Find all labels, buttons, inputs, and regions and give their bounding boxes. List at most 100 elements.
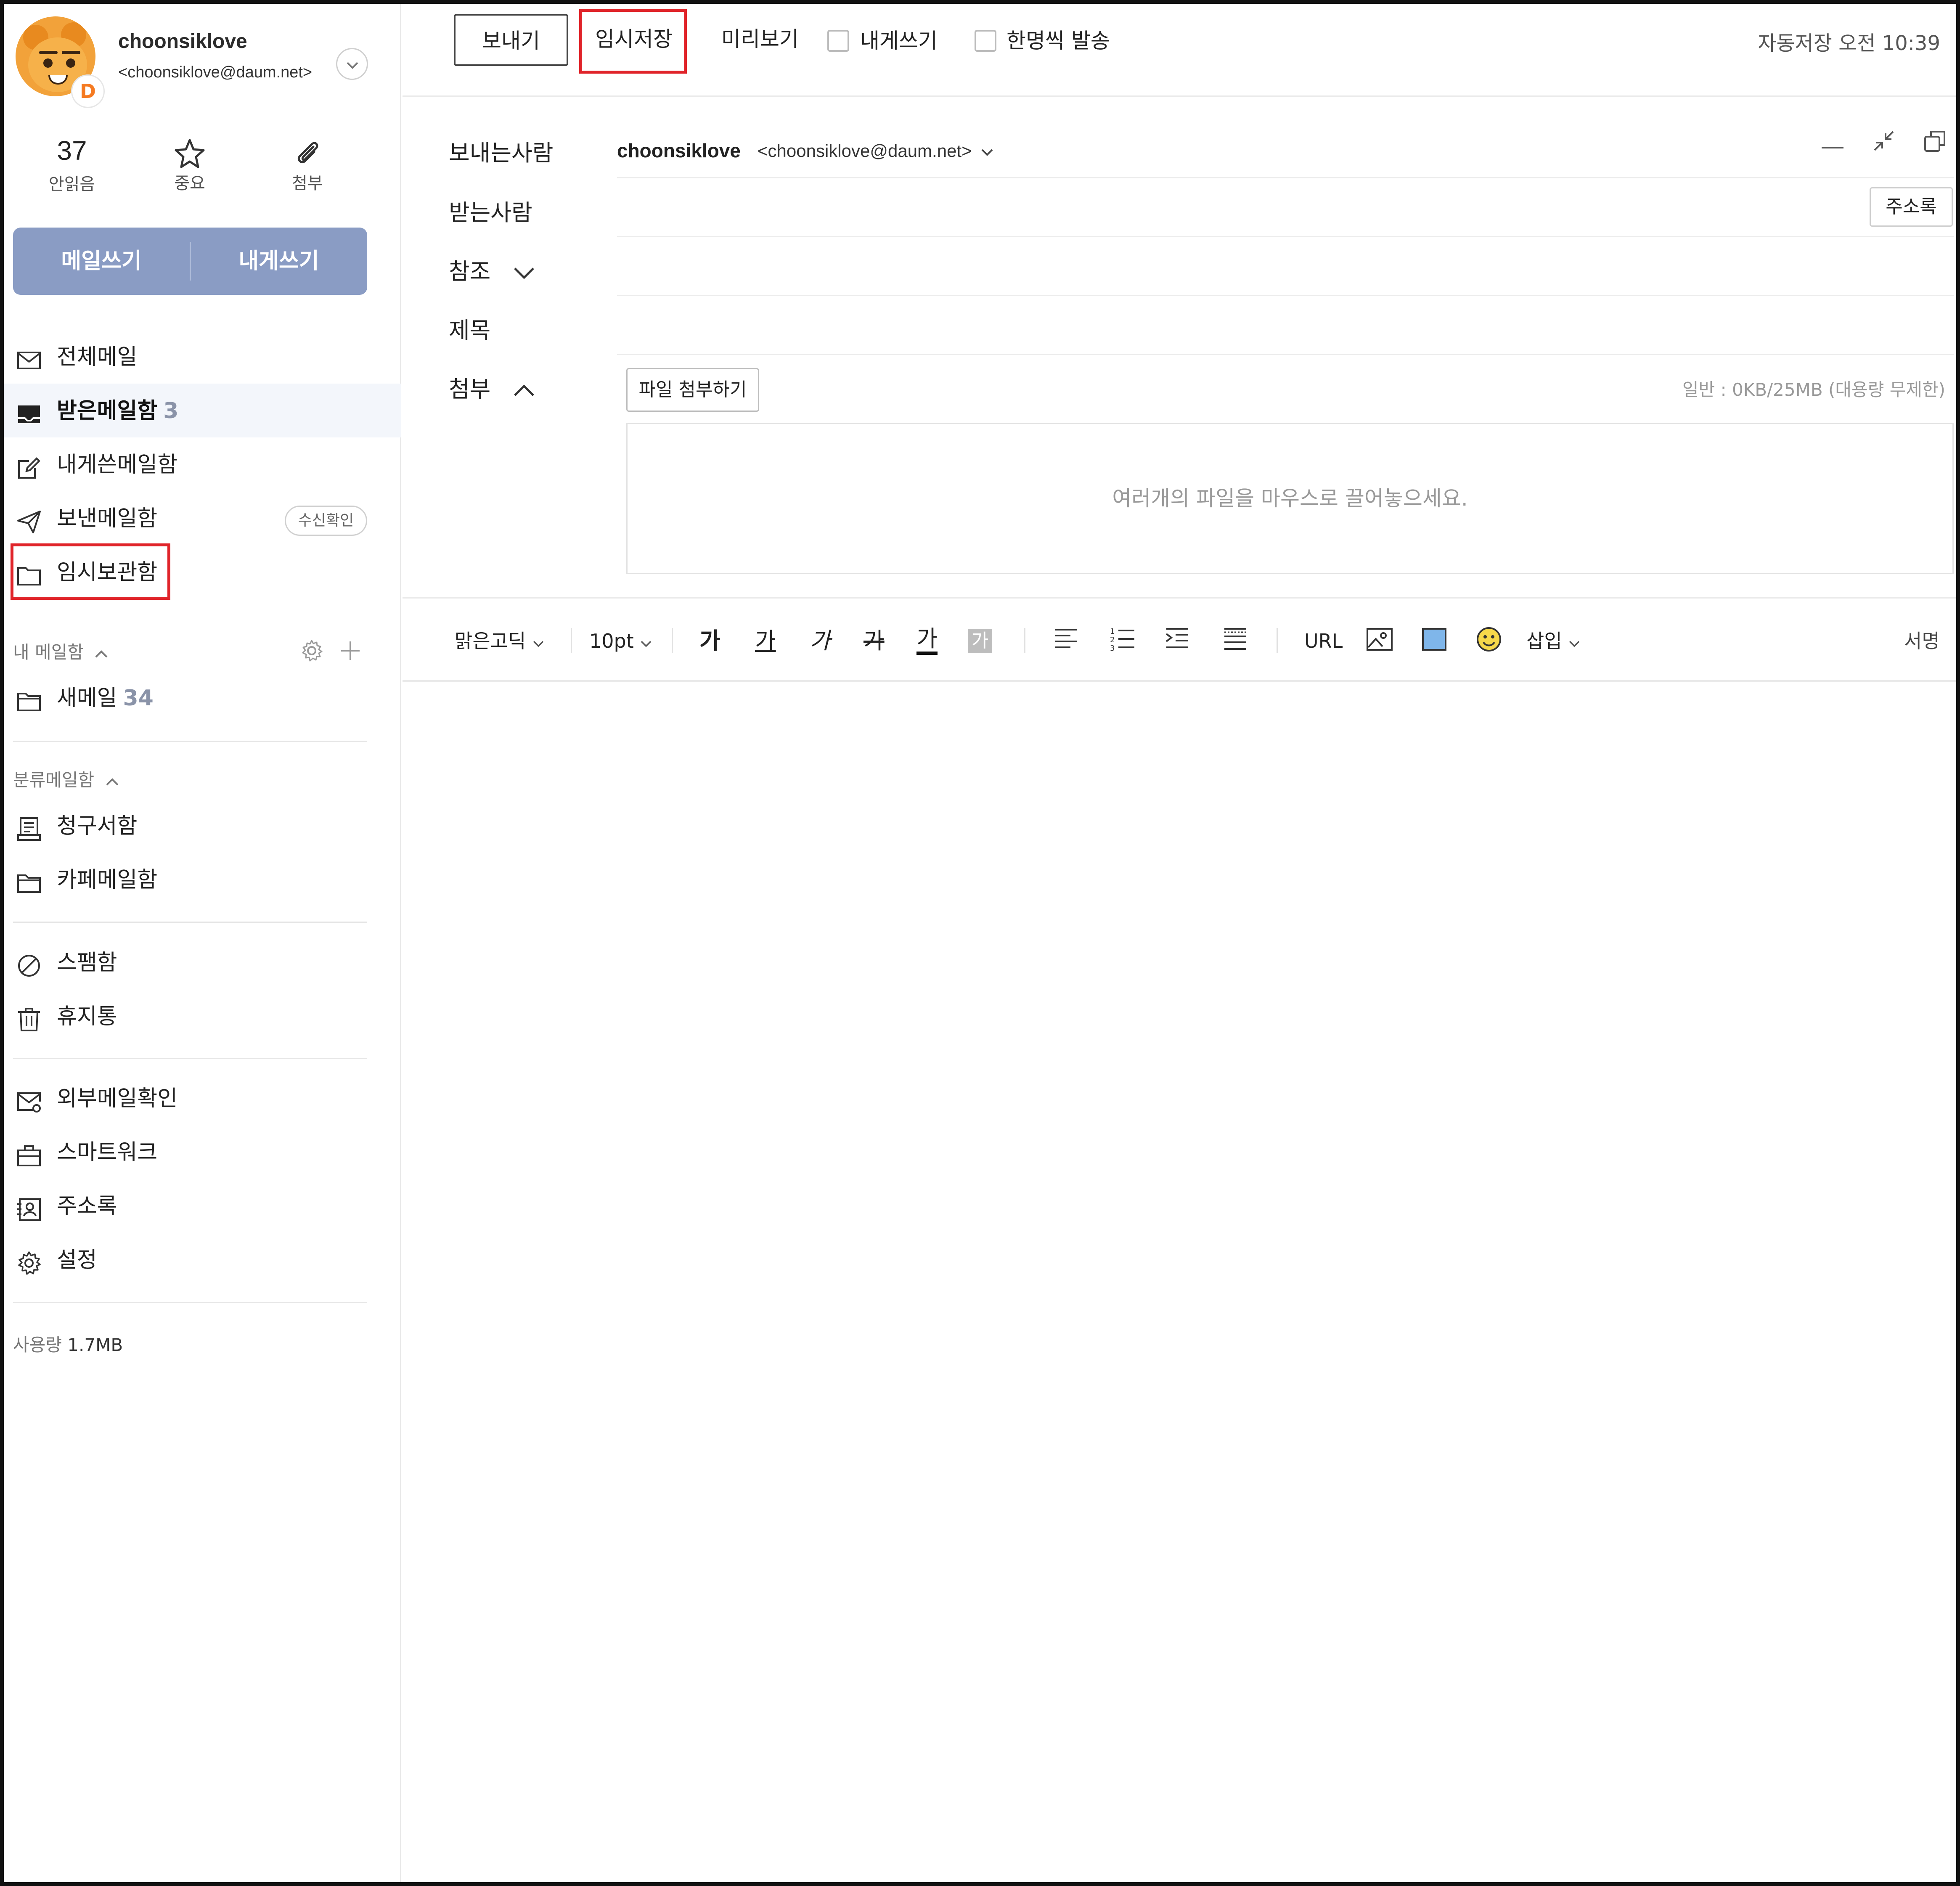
mail-compose-window: D choonsiklove <choonsiklove@daum.net> 3… bbox=[0, 0, 1960, 1886]
send-button[interactable]: 보내기 bbox=[454, 14, 568, 66]
divider bbox=[13, 741, 367, 742]
cc-toggle[interactable]: 참조 bbox=[449, 253, 535, 286]
attachment-stat[interactable]: 첨부 bbox=[265, 133, 350, 194]
popout-window-icon[interactable] bbox=[1923, 128, 1948, 154]
chevron-up-icon bbox=[514, 384, 535, 397]
attach-file-button[interactable]: 파일 첨부하기 bbox=[626, 368, 759, 412]
sidebar-item-spam[interactable]: 스팸함 bbox=[4, 935, 401, 989]
unread-count: 37 bbox=[57, 135, 87, 166]
individual-send-label[interactable]: 한명씩 발송 bbox=[1006, 25, 1110, 57]
my-mailboxes-header[interactable]: 내 메일함 bbox=[13, 638, 109, 664]
sidebar-item-external-mail[interactable]: 외부메일확인 bbox=[4, 1071, 401, 1125]
autosave-status: 자동저장 오전 10:39 bbox=[1758, 32, 1940, 55]
image-icon[interactable] bbox=[1366, 625, 1393, 653]
bill-icon bbox=[17, 817, 41, 841]
sidebar-item-label: 새메일 bbox=[57, 686, 117, 711]
storage-usage: 사용량 1.7MB bbox=[13, 1335, 123, 1355]
sidebar-item-new-mail[interactable]: 새메일 34 bbox=[4, 671, 401, 725]
table-box-icon[interactable] bbox=[1420, 625, 1448, 653]
underline-button[interactable]: 가 bbox=[755, 626, 776, 656]
numbered-list-icon[interactable]: 123 bbox=[1109, 625, 1136, 652]
svg-text:3: 3 bbox=[1110, 644, 1115, 652]
collapse-icon[interactable] bbox=[1871, 128, 1896, 154]
message-body-editor[interactable] bbox=[403, 683, 1956, 1882]
line-spacing-icon[interactable] bbox=[1222, 625, 1249, 652]
sidebar-item-settings[interactable]: 설정 bbox=[4, 1233, 401, 1287]
sender-email-select[interactable]: <choonsiklove@daum.net> bbox=[758, 141, 994, 161]
divider bbox=[13, 1302, 367, 1303]
sidebar-item-label: 청구서함 bbox=[57, 813, 138, 839]
sidebar: D choonsiklove <choonsiklove@daum.net> 3… bbox=[4, 4, 401, 1882]
sidebar-item-label: 보낸메일함 bbox=[57, 506, 158, 531]
subject-input[interactable] bbox=[617, 301, 1954, 351]
editor-toolbar: 맑은고딕 10pt 가 가 가 가 가 가 123 URL 삽입 서명 bbox=[403, 597, 1956, 682]
sidebar-item-cafe[interactable]: 카페메일함 bbox=[4, 853, 401, 906]
inbox-count: 3 bbox=[163, 398, 179, 424]
gear-icon[interactable] bbox=[300, 639, 323, 662]
recipient-input[interactable] bbox=[617, 182, 1862, 233]
bold-button[interactable]: 가 bbox=[699, 626, 720, 656]
attach-toggle[interactable]: 첨부 bbox=[449, 371, 535, 404]
folder-icon bbox=[17, 874, 41, 893]
chevron-down-icon bbox=[641, 641, 652, 647]
strikethrough-button[interactable]: 가 bbox=[863, 626, 885, 656]
background-color-button[interactable]: 가 bbox=[968, 629, 992, 653]
indent-icon[interactable] bbox=[1164, 625, 1191, 652]
read-receipt-button[interactable]: 수신확인 bbox=[285, 506, 367, 536]
sidebar-item-sent[interactable]: 보낸메일함 수신확인 bbox=[4, 491, 401, 545]
add-mailbox-plus-icon[interactable] bbox=[339, 639, 362, 662]
to-me-checkbox-label[interactable]: 내게쓰기 bbox=[860, 25, 938, 57]
briefcase-icon bbox=[17, 1145, 41, 1166]
block-icon bbox=[18, 955, 40, 977]
address-book-button[interactable]: 주소록 bbox=[1870, 187, 1953, 227]
to-me-checkbox[interactable] bbox=[827, 30, 849, 52]
sidebar-item-label: 스팸함 bbox=[57, 950, 117, 975]
divider bbox=[13, 1058, 367, 1059]
write-to-me-button[interactable]: 내게쓰기 bbox=[191, 228, 367, 295]
sender-name: choonsiklove bbox=[617, 140, 741, 162]
italic-button[interactable]: 가 bbox=[810, 626, 831, 656]
compose-bar: 메일쓰기 내게쓰기 bbox=[13, 228, 367, 295]
svg-text:1: 1 bbox=[1110, 627, 1115, 636]
emoji-icon[interactable] bbox=[1475, 625, 1503, 653]
inbox-icon bbox=[18, 405, 40, 423]
unread-stat[interactable]: 37 안읽음 bbox=[30, 133, 114, 195]
sidebar-item-trash[interactable]: 휴지통 bbox=[4, 989, 401, 1043]
divider bbox=[617, 177, 1954, 178]
file-dropzone[interactable]: 여러개의 파일을 마우스로 끌어놓으세요. bbox=[626, 423, 1954, 574]
individual-send-checkbox[interactable] bbox=[975, 30, 996, 52]
sidebar-item-label: 외부메일확인 bbox=[57, 1086, 178, 1111]
sidebar-item-label: 주소록 bbox=[57, 1194, 117, 1219]
divider bbox=[617, 236, 1954, 237]
chevron-down-icon bbox=[981, 149, 993, 156]
insert-url-button[interactable]: URL bbox=[1304, 626, 1343, 656]
sidebar-item-all-mail[interactable]: 전체메일 bbox=[4, 330, 401, 384]
new-mail-count: 34 bbox=[123, 686, 154, 711]
sidebar-item-label: 전체메일 bbox=[57, 344, 138, 370]
sidebar-item-label: 카페메일함 bbox=[57, 867, 158, 893]
align-left-icon[interactable] bbox=[1053, 625, 1080, 652]
chevron-down-icon bbox=[514, 268, 535, 279]
font-family-select[interactable]: 맑은고딕 bbox=[455, 626, 545, 656]
preview-button[interactable]: 미리보기 bbox=[718, 14, 802, 66]
font-size-select[interactable]: 10pt bbox=[589, 626, 652, 656]
text-color-button[interactable]: 가 bbox=[916, 626, 938, 655]
sidebar-item-contacts[interactable]: 주소록 bbox=[4, 1179, 401, 1233]
folder-icon bbox=[17, 693, 41, 711]
star-icon bbox=[175, 139, 205, 168]
important-stat[interactable]: 중요 bbox=[148, 133, 232, 194]
category-mailboxes-header[interactable]: 분류메일함 bbox=[13, 766, 119, 792]
sidebar-item-to-me[interactable]: 내게쓴메일함 bbox=[4, 437, 401, 491]
important-label: 중요 bbox=[174, 174, 205, 193]
write-mail-button[interactable]: 메일쓰기 bbox=[13, 228, 190, 295]
envelope-icon bbox=[17, 352, 41, 369]
sidebar-item-inbox[interactable]: 받은메일함 3 bbox=[4, 384, 401, 437]
minimize-icon[interactable] bbox=[1820, 128, 1845, 154]
sidebar-item-smartwork[interactable]: 스마트워크 bbox=[4, 1125, 401, 1179]
signature-button[interactable]: 서명 bbox=[1904, 626, 1940, 656]
unread-label: 안읽음 bbox=[48, 175, 95, 194]
profile-menu-chevron-icon[interactable] bbox=[336, 48, 368, 80]
insert-menu[interactable]: 삽입 bbox=[1526, 626, 1581, 656]
sidebar-item-label: 스마트워크 bbox=[57, 1140, 158, 1165]
sidebar-item-bills[interactable]: 청구서함 bbox=[4, 799, 401, 853]
